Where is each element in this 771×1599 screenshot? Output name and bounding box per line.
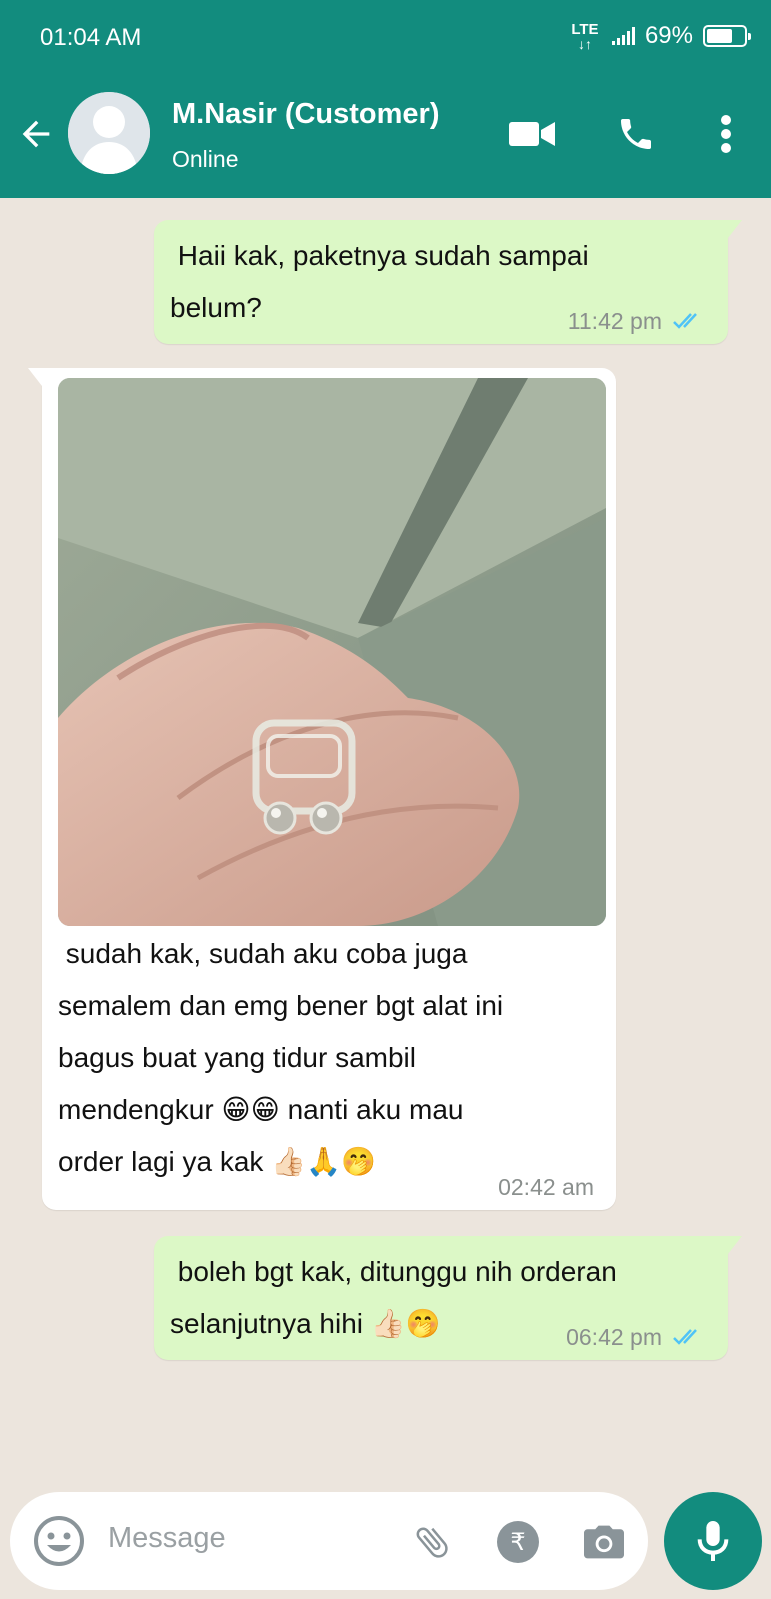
data-arrows-icon: ↓↑ (577, 35, 592, 52)
mic-icon (697, 1521, 729, 1561)
rupee-payment-icon: ₹ (497, 1521, 539, 1563)
message-time: 06:42 pm (566, 1324, 662, 1350)
signal-icon (611, 27, 635, 45)
message-meta: 02:42 am (498, 1172, 594, 1202)
more-options-button[interactable] (702, 110, 750, 158)
message-bubble-outgoing[interactable]: boleh bgt kak, ditunggu nih orderan sela… (154, 1236, 742, 1360)
status-time: 01:04 AM (40, 24, 142, 51)
status-icons: LTE ↓↑ 69% (568, 14, 751, 58)
message-input-bar: Message ₹ (10, 1492, 648, 1590)
read-ticks-icon (673, 1329, 697, 1345)
emoji-icon[interactable] (32, 1514, 86, 1568)
message-input[interactable]: Message (108, 1522, 226, 1555)
contact-name[interactable]: M.Nasir (Customer) (172, 98, 440, 131)
battery-percent: 69% (644, 22, 693, 49)
camera-icon (584, 1525, 624, 1559)
message-time: 11:42 pm (567, 308, 662, 334)
lte-indicator: LTE ↓↑ (568, 22, 602, 51)
video-call-button[interactable] (508, 110, 556, 158)
photo-nose-clip-image (58, 378, 606, 926)
mic-button[interactable] (664, 1492, 762, 1590)
camera-button[interactable] (580, 1518, 628, 1566)
battery-icon (703, 25, 751, 47)
svg-text:₹: ₹ (510, 1528, 525, 1556)
contact-status: Online (172, 146, 239, 172)
default-avatar-icon (68, 92, 150, 174)
status-bar: 01:04 AM LTE ↓↑ 69% (0, 0, 771, 70)
read-ticks-icon (673, 313, 697, 329)
attach-button[interactable] (408, 1518, 456, 1566)
avatar[interactable] (68, 92, 150, 174)
message-bubble-incoming[interactable]: sudah kak, sudah aku coba juga semalem d… (28, 368, 616, 1210)
message-photo[interactable] (58, 378, 606, 926)
message-meta: 11:42 pm (568, 306, 706, 336)
attach-icon (416, 1527, 448, 1558)
video-call-icon (509, 122, 555, 146)
voice-call-button[interactable] (612, 110, 660, 158)
message-bubble-outgoing[interactable]: Haii kak, paketnya sudah sampai belum? 1… (154, 220, 742, 344)
back-arrow-icon[interactable] (16, 114, 56, 154)
battery-fill (707, 29, 732, 43)
payment-button[interactable]: ₹ (494, 1518, 542, 1566)
chat-header: M.Nasir (Customer) Online (0, 70, 771, 198)
more-vert-icon (721, 115, 731, 153)
message-meta: 06:42 pm (566, 1322, 706, 1352)
message-time: 02:42 am (498, 1174, 594, 1200)
message-text: sudah kak, sudah aku coba juga semalem d… (58, 938, 504, 1177)
phone-icon (621, 119, 651, 149)
